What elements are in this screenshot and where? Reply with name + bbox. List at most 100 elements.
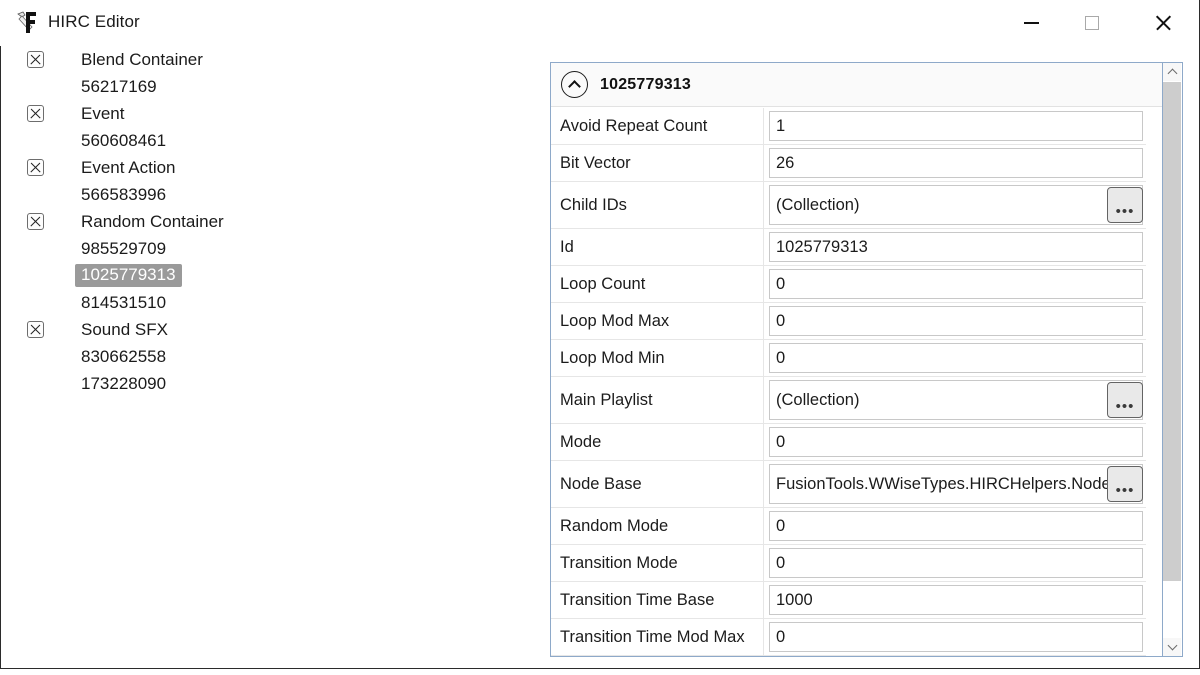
property-value-cell: 0 xyxy=(764,266,1146,302)
tree-leaf-label[interactable]: 985529709 xyxy=(81,239,166,259)
maximize-icon xyxy=(1085,16,1099,30)
property-value-cell: 0 xyxy=(764,656,1146,657)
maximize-button[interactable] xyxy=(1069,0,1115,46)
scrollbar-down-button[interactable] xyxy=(1163,638,1181,656)
tree-leaf-label[interactable]: 56217169 xyxy=(81,77,157,97)
tree-leaf-row[interactable]: 814531510 xyxy=(1,289,549,316)
property-value-input[interactable]: 0 xyxy=(769,511,1143,541)
tree-group-label: Sound SFX xyxy=(81,319,168,339)
property-value-cell: 26 xyxy=(764,145,1146,181)
property-label: Mode xyxy=(551,424,764,460)
property-value-input[interactable]: 0 xyxy=(769,269,1143,299)
property-label: Loop Count xyxy=(551,266,764,302)
close-button[interactable] xyxy=(1140,0,1186,46)
property-row: Bit Vector 26 xyxy=(551,145,1146,182)
tree-expander-button[interactable] xyxy=(27,159,44,176)
property-row: Child IDs (Collection) ••• xyxy=(551,182,1146,229)
property-value-input[interactable]: 1 xyxy=(769,111,1143,141)
hirc-tree-panel[interactable]: Blend Container 56217169 Event 560608461 Eve… xyxy=(1,46,549,667)
property-value-input[interactable]: 0 xyxy=(769,427,1143,457)
collapse-toggle-button[interactable] xyxy=(561,71,588,98)
property-value-input[interactable]: 0 xyxy=(769,622,1143,652)
collapse-x-icon xyxy=(29,215,42,228)
property-value-cell: 0 xyxy=(764,303,1146,339)
property-row: Random Mode 0 xyxy=(551,508,1146,545)
tree-expander-button[interactable] xyxy=(27,321,44,338)
tree-expander-button[interactable] xyxy=(27,51,44,68)
tree-leaf-label[interactable]: 173228090 xyxy=(81,374,166,394)
property-value-input[interactable]: (Collection) xyxy=(769,185,1143,225)
property-label: Avoid Repeat Count xyxy=(551,108,764,144)
minimize-icon xyxy=(1023,22,1039,24)
browse-ellipsis-button[interactable]: ••• xyxy=(1107,382,1143,418)
property-value-input[interactable]: 0 xyxy=(769,548,1143,578)
hirc-editor-window: HIRC Editor Blend Container 56217169 Event… xyxy=(0,0,1200,669)
tree-group-row[interactable]: Event xyxy=(1,100,549,127)
property-value-input[interactable]: (Collection) xyxy=(769,380,1143,420)
tree-leaf-row[interactable]: 56217169 xyxy=(1,73,549,100)
chevron-up-icon xyxy=(1167,68,1177,79)
tree-leaf-row[interactable]: 566583996 xyxy=(1,181,549,208)
tree-group-label: Random Container xyxy=(81,211,224,231)
tree-leaf-label-selected[interactable]: 1025779313 xyxy=(75,264,182,287)
property-value-input[interactable]: 26 xyxy=(769,148,1143,178)
collapse-x-icon xyxy=(29,323,42,336)
tree-group-label: Blend Container xyxy=(81,49,203,69)
property-row: Loop Count 0 xyxy=(551,266,1146,303)
property-value-cell: (Collection) ••• xyxy=(764,182,1146,228)
property-value-cell: 1025779313 xyxy=(764,229,1146,265)
property-label: Transition Time Mod Min xyxy=(551,656,764,657)
property-label: Loop Mod Min xyxy=(551,340,764,376)
scrollbar-up-button[interactable] xyxy=(1163,63,1181,81)
tree-expander-button[interactable] xyxy=(27,213,44,230)
browse-ellipsis-button[interactable]: ••• xyxy=(1107,466,1143,502)
collapse-x-icon xyxy=(29,53,42,66)
property-value-input[interactable]: FusionTools.WWiseTypes.HIRCHelpers.NodeB… xyxy=(769,464,1143,504)
tree-leaf-row[interactable]: 830662558 xyxy=(1,343,549,370)
tree-group-row[interactable]: Sound SFX xyxy=(1,316,549,343)
property-value-input[interactable]: 1000 xyxy=(769,585,1143,615)
property-value-input[interactable]: 1025779313 xyxy=(769,232,1143,262)
property-label: Child IDs xyxy=(551,182,764,228)
tree-leaf-row[interactable]: 985529709 xyxy=(1,235,549,262)
property-grid-scrollbar[interactable] xyxy=(1163,62,1183,657)
property-value-cell: 1 xyxy=(764,108,1146,144)
property-value-cell: 1000 xyxy=(764,582,1146,618)
wrench-f-icon xyxy=(17,11,36,33)
tree-leaf-row[interactable]: 560608461 xyxy=(1,127,549,154)
property-row: Id 1025779313 xyxy=(551,229,1146,266)
close-icon xyxy=(1154,14,1172,32)
property-label: Bit Vector xyxy=(551,145,764,181)
property-row: Main Playlist (Collection) ••• xyxy=(551,377,1146,424)
property-label: Transition Time Mod Max xyxy=(551,619,764,655)
tree-leaf-row[interactable]: 1025779313 xyxy=(1,262,549,289)
tree-leaf-label[interactable]: 814531510 xyxy=(81,293,166,313)
tree-leaf-label[interactable]: 560608461 xyxy=(81,131,166,151)
minimize-button[interactable] xyxy=(1008,0,1054,46)
property-value-cell: 0 xyxy=(764,508,1146,544)
chevron-down-icon xyxy=(1167,640,1177,651)
tree-group-row[interactable]: Event Action xyxy=(1,154,549,181)
tree-leaf-row[interactable]: 173228090 xyxy=(1,370,549,397)
property-row: Transition Time Mod Min0 xyxy=(551,656,1146,657)
property-value-input[interactable]: 0 xyxy=(769,343,1143,373)
property-label: Transition Mode xyxy=(551,545,764,581)
browse-ellipsis-button[interactable]: ••• xyxy=(1107,187,1143,223)
property-grid-header: 1025779313 xyxy=(551,63,1162,107)
property-row: Transition Time Base 1000 xyxy=(551,582,1146,619)
tree-leaf-label[interactable]: 830662558 xyxy=(81,347,166,367)
tree-group-row[interactable]: Blend Container xyxy=(1,46,549,73)
chevron-up-icon xyxy=(568,79,581,93)
property-value-cell: (Collection) ••• xyxy=(764,377,1146,423)
tree-group-row[interactable]: Random Container xyxy=(1,208,549,235)
scrollbar-thumb[interactable] xyxy=(1163,82,1181,581)
property-row: Loop Mod Max 0 xyxy=(551,303,1146,340)
property-grid-panel: 1025779313 Avoid Repeat Count 1 Bit Vector… xyxy=(550,62,1163,657)
property-row: Mode 0 xyxy=(551,424,1146,461)
property-value-input[interactable]: 0 xyxy=(769,306,1143,336)
collapse-x-icon xyxy=(29,107,42,120)
tree-expander-button[interactable] xyxy=(27,105,44,122)
tree-leaf-label[interactable]: 566583996 xyxy=(81,185,166,205)
title-bar: HIRC Editor xyxy=(0,0,1199,46)
property-row: Avoid Repeat Count 1 xyxy=(551,108,1146,145)
